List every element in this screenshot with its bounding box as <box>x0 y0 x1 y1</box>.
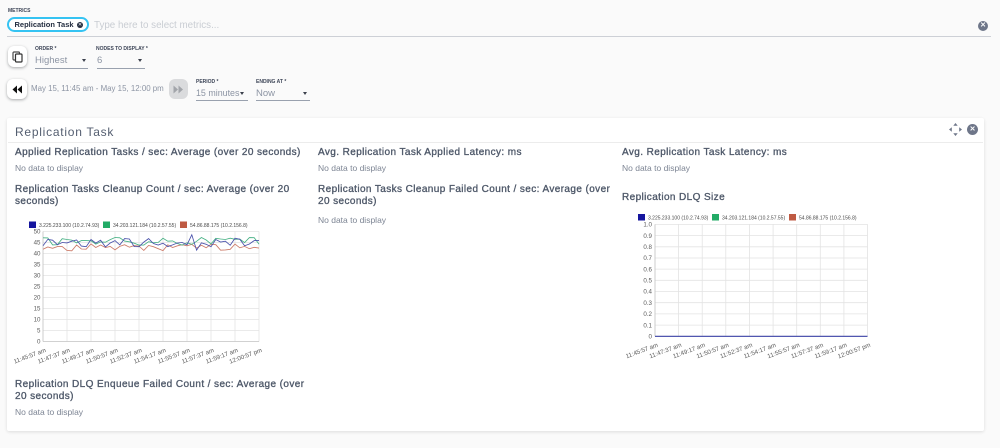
svg-text:0.3: 0.3 <box>643 300 652 307</box>
svg-text:0.8: 0.8 <box>643 244 652 251</box>
svg-text:35: 35 <box>34 262 41 269</box>
svg-text:10: 10 <box>34 317 41 324</box>
svg-text:54.86.88.175 (10.2.156.8): 54.86.88.175 (10.2.156.8) <box>799 216 857 222</box>
svg-text:40: 40 <box>34 251 41 258</box>
svg-text:54.86.88.175 (10.2.156.8): 54.86.88.175 (10.2.156.8) <box>190 223 248 229</box>
svg-text:0.2: 0.2 <box>643 311 652 318</box>
svg-text:0: 0 <box>37 339 41 346</box>
svg-text:34.203.121.184 (10.2.57.55): 34.203.121.184 (10.2.57.55) <box>113 223 176 229</box>
svg-text:0.6: 0.6 <box>643 266 652 273</box>
svg-text:0.1: 0.1 <box>643 322 652 329</box>
svg-text:15: 15 <box>34 306 41 313</box>
svg-text:25: 25 <box>34 284 41 291</box>
svg-text:3.225.233.100 (10.2.74.93): 3.225.233.100 (10.2.74.93) <box>39 223 100 229</box>
svg-text:5: 5 <box>37 328 41 335</box>
svg-text:0: 0 <box>649 334 653 341</box>
svg-text:45: 45 <box>34 240 41 247</box>
svg-text:1.0: 1.0 <box>643 222 652 229</box>
svg-text:0.7: 0.7 <box>643 255 652 262</box>
svg-text:34.203.121.184 (10.2.57.55): 34.203.121.184 (10.2.57.55) <box>722 216 785 222</box>
svg-text:3.225.233.100 (10.2.74.93): 3.225.233.100 (10.2.74.93) <box>648 216 709 222</box>
svg-text:0.4: 0.4 <box>643 289 652 296</box>
svg-text:0.9: 0.9 <box>643 233 652 240</box>
svg-text:50: 50 <box>34 229 41 236</box>
svg-text:20: 20 <box>34 295 41 302</box>
svg-text:0.5: 0.5 <box>643 278 652 285</box>
svg-text:30: 30 <box>34 273 41 280</box>
